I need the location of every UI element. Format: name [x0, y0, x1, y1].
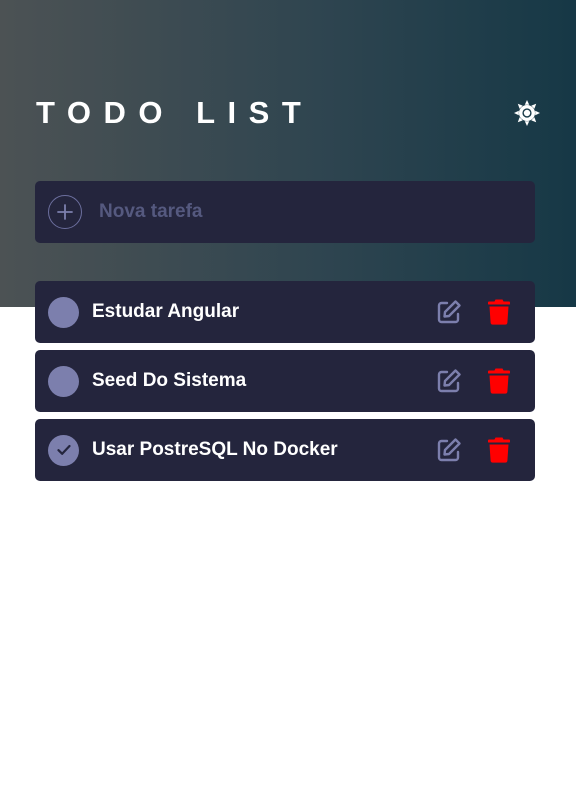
plus-icon [57, 204, 73, 220]
page-title: TODO LIST [36, 95, 314, 130]
task-list: Estudar Angular Seed Do Sistema Usar Pos… [35, 281, 535, 488]
trash-icon [488, 368, 510, 394]
task-item: Estudar Angular [35, 281, 535, 343]
sun-icon [514, 100, 540, 126]
header-background [0, 0, 576, 307]
new-task-bar [35, 181, 535, 243]
pencil-square-icon [437, 300, 461, 324]
task-label: Seed Do Sistema [92, 370, 247, 391]
delete-task-button[interactable] [485, 436, 513, 464]
new-task-input[interactable] [97, 200, 501, 224]
task-checkbox[interactable] [48, 296, 79, 328]
trash-icon [488, 299, 510, 325]
app-header: TODO LIST [36, 94, 540, 132]
delete-task-button[interactable] [485, 367, 513, 395]
theme-toggle-button[interactable] [512, 98, 542, 128]
task-label: Estudar Angular [92, 301, 240, 322]
checkmark-icon [56, 444, 71, 455]
delete-task-button[interactable] [485, 298, 513, 326]
pencil-square-icon [437, 369, 461, 393]
edit-task-button[interactable] [435, 436, 463, 464]
add-task-button[interactable] [48, 195, 82, 229]
edit-task-button[interactable] [435, 298, 463, 326]
task-checkbox[interactable] [48, 365, 79, 397]
trash-icon [488, 437, 510, 463]
pencil-square-icon [437, 438, 461, 462]
task-item: Usar PostreSQL No Docker [35, 419, 535, 481]
task-item: Seed Do Sistema [35, 350, 535, 412]
task-label: Usar PostreSQL No Docker [92, 439, 338, 460]
edit-task-button[interactable] [435, 367, 463, 395]
task-checkbox[interactable] [48, 434, 79, 466]
